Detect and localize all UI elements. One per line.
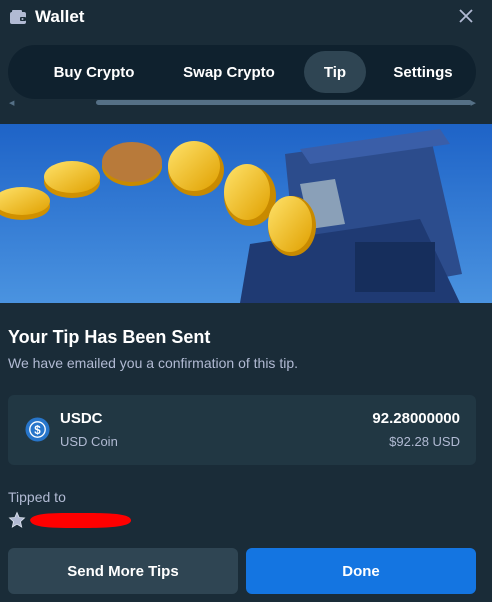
tipped-to-label: Tipped to	[8, 489, 66, 505]
tab-buy-crypto[interactable]: Buy Crypto	[36, 51, 152, 93]
scroll-right-icon[interactable]: ▶	[471, 99, 476, 107]
wallet-tabs: Buy Crypto Swap Crypto Tip Settings	[8, 45, 476, 99]
wallet-icon	[10, 10, 26, 24]
tab-tip[interactable]: Tip	[304, 51, 366, 93]
coin-symbol: USDC	[60, 410, 103, 427]
scroll-left-icon[interactable]: ◀	[9, 99, 14, 107]
wallet-header: Wallet	[0, 0, 492, 34]
tip-sent-illustration	[0, 124, 492, 303]
scrollbar-thumb[interactable]	[96, 100, 472, 105]
coin-name: USD Coin	[60, 434, 118, 449]
page-title: Wallet	[35, 7, 85, 26]
tab-swap-crypto[interactable]: Swap Crypto	[168, 51, 290, 93]
usdc-icon: $	[25, 417, 50, 442]
close-icon[interactable]	[458, 8, 474, 24]
star-icon	[8, 511, 26, 528]
tip-sent-title: Your Tip Has Been Sent	[8, 327, 211, 347]
svg-text:$: $	[34, 425, 41, 437]
tab-settings[interactable]: Settings	[382, 51, 464, 93]
tabs-scrollbar[interactable]: ◀ ▶	[8, 98, 476, 107]
send-more-tips-button[interactable]: Send More Tips	[8, 548, 238, 594]
coin-amount: 92.28000000	[372, 410, 460, 427]
redacted-username	[30, 512, 132, 528]
coin-usd-value: $92.28 USD	[389, 434, 460, 449]
tip-sent-subtitle: We have emailed you a confirmation of th…	[8, 355, 299, 371]
coin-summary-card: $ USDC USD Coin 92.28000000 $92.28 USD	[8, 395, 476, 465]
done-button[interactable]: Done	[246, 548, 476, 594]
